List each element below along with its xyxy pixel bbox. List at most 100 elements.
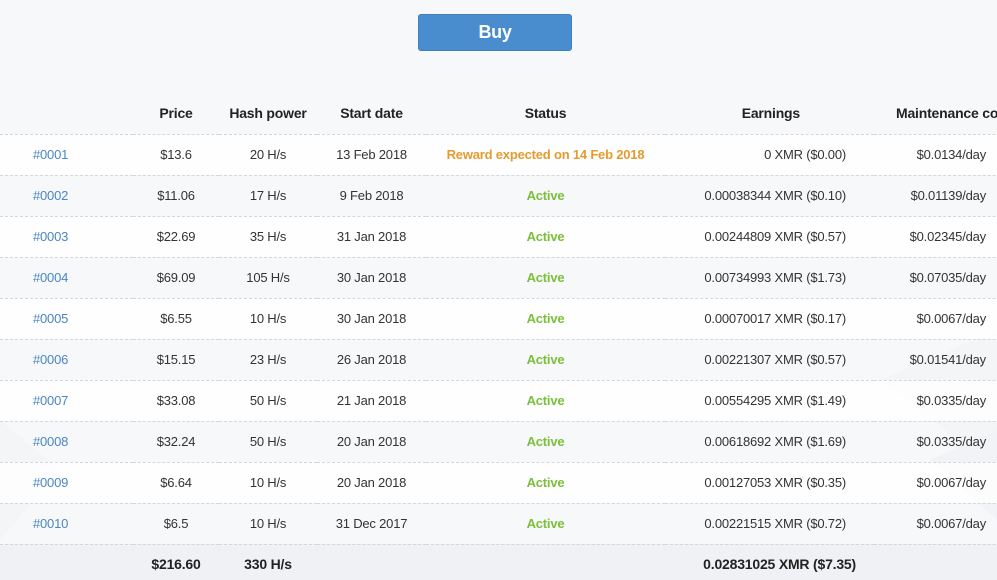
row-price: $6.55 (133, 298, 219, 340)
row-maintenance-cost: $0.01541/day (874, 339, 997, 381)
table-row: #0008 $32.24 50 H/s 20 Jan 2018 Active 0.0061… (0, 421, 997, 463)
table-row: #0010 $6.5 10 H/s 31 Dec 2017 Active 0.002215… (0, 503, 997, 545)
row-status-cell: Active (426, 175, 665, 217)
miner-id-link[interactable]: #0008 (33, 434, 68, 449)
row-id-cell: #0009 (0, 462, 133, 504)
totals-spacer (0, 544, 133, 580)
row-id-cell: #0008 (0, 421, 133, 463)
row-start-date: 30 Jan 2018 (317, 257, 426, 299)
miner-id-link[interactable]: #0005 (33, 311, 68, 326)
row-maintenance-cost: $0.02345/day (874, 216, 997, 258)
row-hash-power: 50 H/s (219, 380, 317, 422)
total-hash-power: 330 H/s (219, 544, 317, 580)
row-hash-power: 10 H/s (219, 503, 317, 545)
row-earnings: 0 XMR ($0.00) (665, 134, 874, 176)
totals-spacer (317, 544, 426, 580)
row-earnings: 0.00221515 XMR ($0.72) (665, 503, 874, 545)
table-row: #0007 $33.08 50 H/s 21 Jan 2018 Active 0.0055… (0, 380, 997, 422)
miner-id-link[interactable]: #0009 (33, 475, 68, 490)
miners-table: Price Hash power Start date Status Earni… (0, 93, 997, 580)
row-earnings: 0.00038344 XMR ($0.10) (665, 175, 874, 217)
status-text: Reward expected on 14 Feb 2018 (446, 147, 645, 162)
row-id-cell: #0004 (0, 257, 133, 299)
row-earnings: 0.00127053 XMR ($0.35) (665, 462, 874, 504)
miner-id-link[interactable]: #0002 (33, 188, 68, 203)
row-id-cell: #0005 (0, 298, 133, 340)
row-maintenance-cost: $0.0134/day (874, 134, 997, 176)
header-earnings: Earnings (665, 93, 874, 135)
totals-spacer (426, 544, 665, 580)
row-status-cell: Active (426, 421, 665, 463)
miner-id-link[interactable]: #0003 (33, 229, 68, 244)
row-start-date: 30 Jan 2018 (317, 298, 426, 340)
row-status-cell: Active (426, 257, 665, 299)
table-row: #0001 $13.6 20 H/s 13 Feb 2018 Reward expect… (0, 134, 997, 176)
status-text: Active (526, 188, 565, 203)
header-price: Price (133, 93, 219, 135)
row-maintenance-cost: $0.0067/day (874, 503, 997, 545)
row-status-cell: Reward expected on 14 Feb 2018 (426, 134, 665, 176)
row-price: $6.64 (133, 462, 219, 504)
miner-id-link[interactable]: #0007 (33, 393, 68, 408)
buy-button[interactable]: Buy (418, 14, 572, 51)
table-row: #0005 $6.55 10 H/s 30 Jan 2018 Active 0.00070… (0, 298, 997, 340)
status-text: Active (526, 352, 565, 367)
row-price: $32.24 (133, 421, 219, 463)
row-start-date: 9 Feb 2018 (317, 175, 426, 217)
row-id-cell: #0010 (0, 503, 133, 545)
row-hash-power: 23 H/s (219, 339, 317, 381)
row-id-cell: #0007 (0, 380, 133, 422)
row-earnings: 0.00070017 XMR ($0.17) (665, 298, 874, 340)
row-id-cell: #0002 (0, 175, 133, 217)
row-hash-power: 35 H/s (219, 216, 317, 258)
row-start-date: 20 Jan 2018 (317, 462, 426, 504)
miner-id-link[interactable]: #0004 (33, 270, 68, 285)
row-start-date: 31 Jan 2018 (317, 216, 426, 258)
row-status-cell: Active (426, 380, 665, 422)
status-text: Active (526, 393, 565, 408)
totals-row: $216.60 330 H/s 0.02831025 XMR ($7.35) (0, 544, 997, 580)
row-maintenance-cost: $0.0335/day (874, 380, 997, 422)
row-price: $33.08 (133, 380, 219, 422)
miner-id-link[interactable]: #0006 (33, 352, 68, 367)
status-text: Active (526, 516, 565, 531)
row-id-cell: #0006 (0, 339, 133, 381)
row-hash-power: 10 H/s (219, 462, 317, 504)
buy-button-container: Buy (418, 14, 572, 51)
row-earnings: 0.00618692 XMR ($1.69) (665, 421, 874, 463)
row-status-cell: Active (426, 216, 665, 258)
row-id-cell: #0003 (0, 216, 133, 258)
table-row: #0009 $6.64 10 H/s 20 Jan 2018 Active 0.00127… (0, 462, 997, 504)
total-price: $216.60 (133, 544, 219, 580)
status-text: Active (526, 229, 565, 244)
table-row: #0004 $69.09 105 H/s 30 Jan 2018 Active 0.007… (0, 257, 997, 299)
row-maintenance-cost: $0.0335/day (874, 421, 997, 463)
header-id (0, 93, 133, 135)
row-start-date: 26 Jan 2018 (317, 339, 426, 381)
row-hash-power: 20 H/s (219, 134, 317, 176)
row-hash-power: 50 H/s (219, 421, 317, 463)
header-maintenance-cost: Maintenance cost (874, 93, 997, 135)
row-price: $69.09 (133, 257, 219, 299)
miner-id-link[interactable]: #0010 (33, 516, 68, 531)
row-maintenance-cost: $0.0067/day (874, 462, 997, 504)
table-header-row: Price Hash power Start date Status Earni… (0, 93, 997, 135)
row-earnings: 0.00244809 XMR ($0.57) (665, 216, 874, 258)
table-row: #0006 $15.15 23 H/s 26 Jan 2018 Active 0.0022… (0, 339, 997, 381)
row-start-date: 20 Jan 2018 (317, 421, 426, 463)
miner-id-link[interactable]: #0001 (33, 147, 68, 162)
header-hash-power: Hash power (219, 93, 317, 135)
row-earnings: 0.00554295 XMR ($1.49) (665, 380, 874, 422)
row-price: $11.06 (133, 175, 219, 217)
row-maintenance-cost: $0.0067/day (874, 298, 997, 340)
row-earnings: 0.00734993 XMR ($1.73) (665, 257, 874, 299)
header-start-date: Start date (317, 93, 426, 135)
header-status: Status (426, 93, 665, 135)
row-status-cell: Active (426, 462, 665, 504)
row-id-cell: #0001 (0, 134, 133, 176)
status-text: Active (526, 475, 565, 490)
row-price: $22.69 (133, 216, 219, 258)
miners-page: Buy Price Hash power Start date Status E… (0, 0, 997, 580)
row-price: $6.5 (133, 503, 219, 545)
table-row: #0002 $11.06 17 H/s 9 Feb 2018 Active 0.00038… (0, 175, 997, 217)
